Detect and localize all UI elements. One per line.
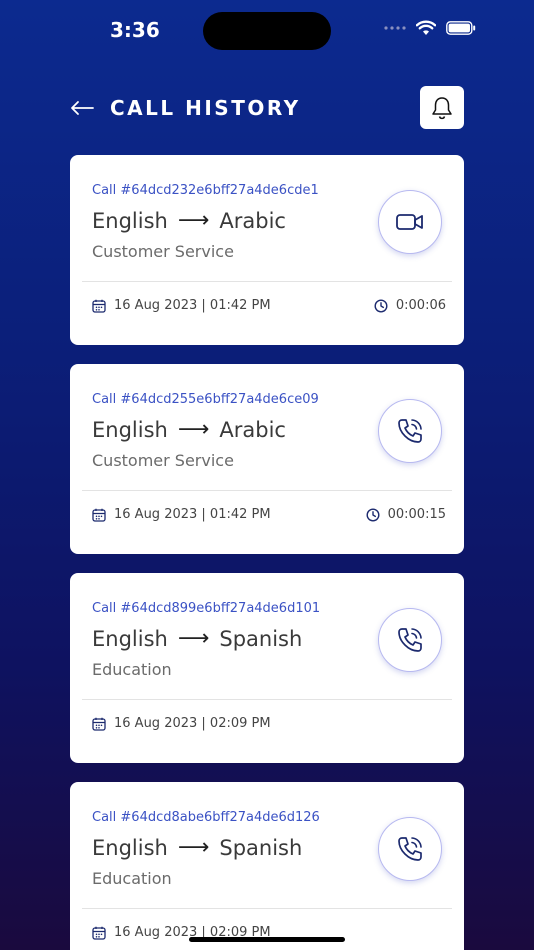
- arrow-right-icon: ⟶: [177, 208, 210, 233]
- call-duration-text: 00:00:15: [387, 507, 446, 522]
- call-date-text: 16 Aug 2023 | 01:42 PM: [114, 298, 271, 313]
- status-time: 3:36: [110, 18, 160, 42]
- dynamic-island: [203, 12, 331, 50]
- call-category: Customer Service: [92, 242, 234, 261]
- target-language: Arabic: [219, 417, 286, 442]
- voice-call-button[interactable]: [378, 608, 442, 672]
- phone-icon: [398, 837, 422, 861]
- target-language: Spanish: [219, 626, 303, 651]
- header: CALL HISTORY: [70, 86, 464, 130]
- call-card[interactable]: Call #64dcd255e6bff27a4de6ce09 English ⟶…: [70, 364, 464, 554]
- language-pair: English ⟶ Arabic: [92, 208, 286, 233]
- call-card[interactable]: Call #64dcd899e6bff27a4de6d101 English ⟶…: [70, 573, 464, 763]
- video-call-button[interactable]: [378, 190, 442, 254]
- call-date-text: 16 Aug 2023 | 01:42 PM: [114, 507, 271, 522]
- call-duration-text: 0:00:06: [395, 298, 446, 313]
- calendar-icon: [92, 508, 106, 522]
- clock-icon: [374, 298, 388, 313]
- call-id: Call #64dcd232e6bff27a4de6cde1: [92, 183, 319, 198]
- language-pair: English ⟶ Spanish: [92, 626, 302, 651]
- source-language: English: [92, 417, 168, 442]
- bell-icon: [432, 96, 452, 119]
- target-language: Arabic: [219, 208, 286, 233]
- signal-icon: [384, 26, 406, 30]
- voice-call-button[interactable]: [378, 399, 442, 463]
- voice-call-button[interactable]: [378, 817, 442, 881]
- call-duration: 00:00:15: [366, 507, 446, 522]
- arrow-right-icon: ⟶: [177, 626, 210, 651]
- arrow-right-icon: ⟶: [177, 835, 210, 860]
- call-id: Call #64dcd255e6bff27a4de6ce09: [92, 392, 319, 407]
- wifi-icon: [416, 20, 436, 35]
- call-id: Call #64dcd8abe6bff27a4de6d126: [92, 810, 320, 825]
- battery-icon: [446, 21, 476, 35]
- back-arrow-icon[interactable]: [70, 96, 94, 120]
- call-card[interactable]: Call #64dcd232e6bff27a4de6cde1 English ⟶…: [70, 155, 464, 345]
- divider: [82, 281, 452, 282]
- status-icons: [384, 20, 476, 36]
- phone-icon: [398, 628, 422, 652]
- arrow-right-icon: ⟶: [177, 417, 210, 442]
- home-indicator: [189, 937, 345, 942]
- video-icon: [396, 214, 423, 230]
- status-bar: 3:36: [0, 0, 534, 60]
- source-language: English: [92, 626, 168, 651]
- call-date: 16 Aug 2023 | 02:09 PM: [92, 716, 271, 731]
- calendar-icon: [92, 926, 106, 940]
- call-duration: 0:00:06: [374, 298, 446, 313]
- calendar-icon: [92, 717, 106, 731]
- source-language: English: [92, 208, 168, 233]
- calendar-icon: [92, 299, 106, 313]
- call-category: Customer Service: [92, 451, 234, 470]
- divider: [82, 908, 452, 909]
- call-date-text: 16 Aug 2023 | 02:09 PM: [114, 716, 271, 731]
- call-category: Education: [92, 869, 172, 888]
- clock-icon: [366, 507, 380, 522]
- call-date: 16 Aug 2023 | 01:42 PM: [92, 507, 271, 522]
- language-pair: English ⟶ Arabic: [92, 417, 286, 442]
- page-title: CALL HISTORY: [110, 96, 301, 120]
- call-id: Call #64dcd899e6bff27a4de6d101: [92, 601, 321, 616]
- target-language: Spanish: [219, 835, 303, 860]
- call-category: Education: [92, 660, 172, 679]
- call-date: 16 Aug 2023 | 01:42 PM: [92, 298, 271, 313]
- source-language: English: [92, 835, 168, 860]
- phone-icon: [398, 419, 422, 443]
- notifications-button[interactable]: [420, 86, 464, 129]
- call-card[interactable]: Call #64dcd8abe6bff27a4de6d126 English ⟶…: [70, 782, 464, 950]
- language-pair: English ⟶ Spanish: [92, 835, 302, 860]
- divider: [82, 490, 452, 491]
- divider: [82, 699, 452, 700]
